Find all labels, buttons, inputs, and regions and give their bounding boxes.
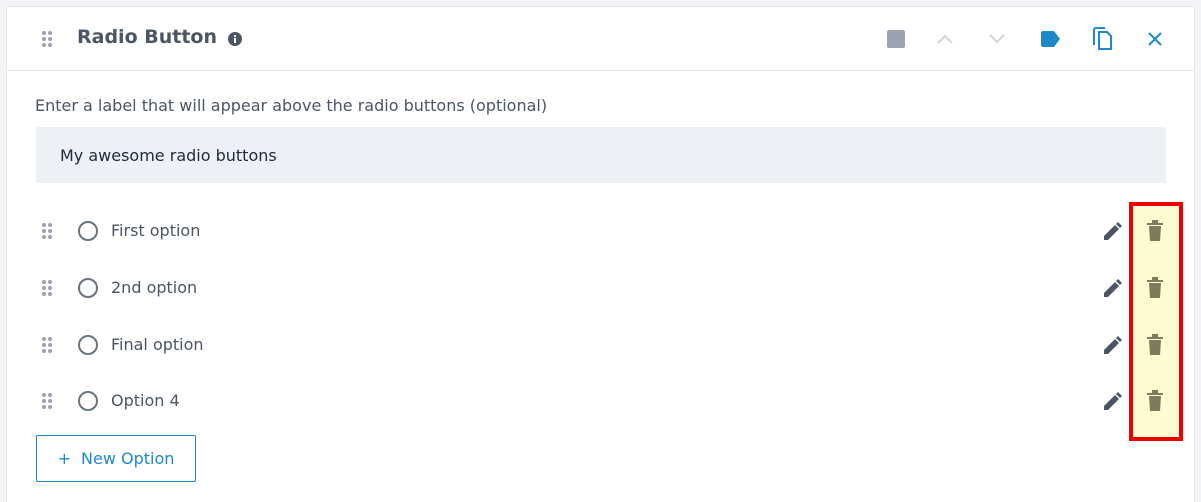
drag-handle-icon[interactable] [41,222,53,240]
new-option-label: New Option [81,449,175,468]
pencil-icon[interactable] [1101,391,1123,413]
radio-button[interactable] [78,278,98,298]
pencil-icon[interactable] [1101,335,1123,357]
option-row: First option [7,211,1194,251]
block-title: Radio Button [77,26,217,48]
trash-icon[interactable] [1145,390,1165,412]
chevron-up-icon[interactable] [933,27,957,51]
label-input[interactable] [36,127,1166,183]
option-label: First option [111,221,201,240]
info-icon[interactable] [228,31,242,46]
chevron-down-icon[interactable] [985,27,1009,51]
drag-handle-icon[interactable] [41,392,53,410]
option-label: 2nd option [111,278,198,297]
radio-button[interactable] [78,335,98,355]
drag-handle-icon[interactable] [41,30,53,48]
option-label: Final option [111,335,204,354]
label-field-prompt: Enter a label that will appear above the… [35,96,548,115]
trash-icon[interactable] [1145,220,1165,242]
trash-icon[interactable] [1145,334,1165,356]
radio-button[interactable] [78,221,98,241]
new-option-button[interactable]: + New Option [36,435,196,482]
radio-button-block: Radio Button Enter a label that will app… [6,6,1195,502]
pencil-icon[interactable] [1101,278,1123,300]
block-header: Radio Button [7,7,1194,71]
trash-icon[interactable] [1145,277,1165,299]
drag-handle-icon[interactable] [41,279,53,297]
option-row: 2nd option [7,268,1194,308]
radio-button[interactable] [78,391,98,411]
pencil-icon[interactable] [1101,221,1123,243]
tag-icon[interactable] [1038,27,1062,51]
option-row: Final option [7,325,1194,365]
option-row: Option 4 [7,381,1194,421]
option-label: Option 4 [111,391,180,410]
close-icon[interactable] [1143,27,1167,51]
plus-icon: + [57,449,71,468]
duplicate-icon[interactable] [1090,27,1114,51]
drag-handle-icon[interactable] [41,336,53,354]
stop-icon[interactable] [884,27,908,51]
